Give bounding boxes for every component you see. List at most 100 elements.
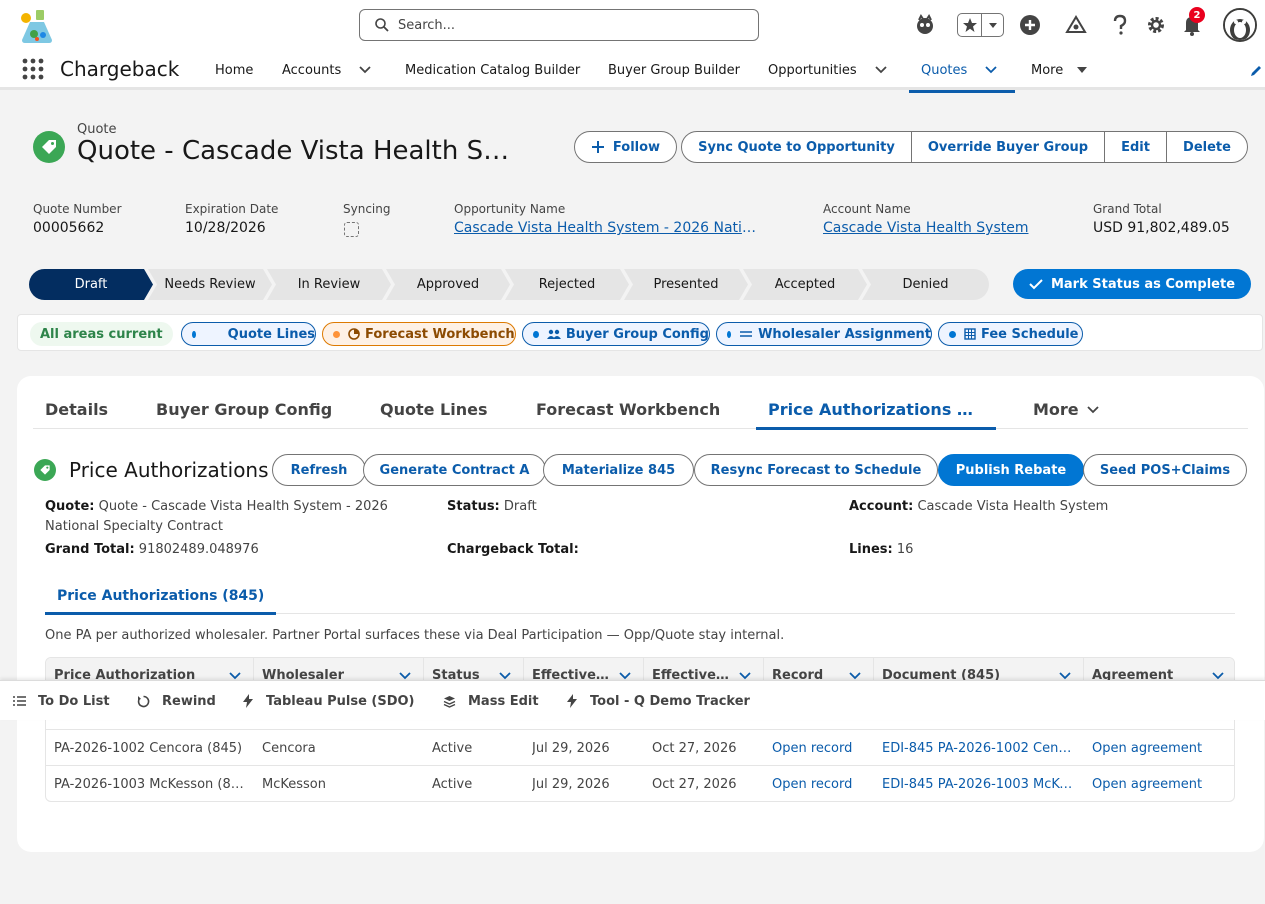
area-pill-forecast-workbench[interactable]: Forecast Workbench [322, 322, 516, 346]
path-stage-accepted[interactable]: Accepted [743, 269, 867, 300]
tab-quote-lines[interactable]: Quote Lines [380, 390, 488, 429]
field-label: Syncing [343, 202, 391, 216]
mark-status-label: Mark Status as Complete [1050, 276, 1236, 292]
trailhead-icon[interactable] [1064, 13, 1088, 37]
app-nav-bar: Chargeback Home Accounts Medication Cata… [0, 50, 1265, 93]
path-stage-draft[interactable]: Draft [29, 269, 153, 300]
avatar[interactable] [1223, 8, 1257, 42]
edit-button[interactable]: Edit [1105, 132, 1167, 162]
chevron-down-icon[interactable] [849, 671, 861, 680]
mark-status-complete-button[interactable]: Mark Status as Complete [1013, 269, 1251, 299]
generate-contract-a-button[interactable]: Generate Contract A [363, 454, 546, 486]
nav-item-home[interactable]: Home [215, 50, 253, 90]
help-icon[interactable] [1108, 13, 1132, 37]
path-stage-needs-review[interactable]: Needs Review [148, 269, 272, 300]
check-icon [1029, 279, 1043, 290]
delete-button[interactable]: Delete [1167, 132, 1247, 162]
publish-rebate-button[interactable]: Publish Rebate [938, 454, 1084, 486]
table-row[interactable]: PA-2026-1003 McKesson (845) McKesson Act… [46, 766, 1234, 801]
area-pill-label: Forecast Workbench [365, 326, 515, 342]
follow-button[interactable]: Follow [574, 131, 677, 163]
utility-to-do-list[interactable]: To Do List [13, 681, 110, 721]
pa-section-title: Price Authorizations [69, 458, 269, 482]
path-stage-approved[interactable]: Approved [386, 269, 510, 300]
plus-icon [591, 141, 604, 153]
path-stage-presented[interactable]: Presented [624, 269, 748, 300]
star-icon[interactable] [958, 14, 982, 36]
price-authorization-icon [34, 459, 56, 481]
area-pill-wholesaler-assignment[interactable]: Wholesaler Assignment [716, 322, 932, 346]
open-record-link[interactable]: Open record [764, 766, 874, 801]
chevron-down-icon[interactable] [1212, 671, 1224, 680]
area-pill-buyer-group-config[interactable]: Buyer Group Config [522, 322, 710, 346]
chevron-down-icon[interactable] [499, 671, 511, 680]
utility-bar: To Do List Rewind Tableau Pulse (SDO) Ma… [0, 680, 1265, 720]
chevron-down-icon[interactable] [229, 671, 241, 680]
seed-pos-claims-button[interactable]: Seed POS+Claims [1083, 454, 1247, 486]
chevron-down-icon[interactable] [399, 671, 411, 680]
add-icon[interactable] [1018, 13, 1042, 37]
area-pill-fee-schedule[interactable]: Fee Schedule [938, 322, 1083, 346]
utility-rewind[interactable]: Rewind [137, 681, 216, 721]
nav-item-more[interactable]: More [1031, 50, 1088, 90]
caret-down-icon[interactable] [1077, 66, 1088, 74]
tab-label: Price Authorizations (845) [768, 400, 980, 419]
global-search[interactable] [359, 9, 759, 41]
chevron-down-icon[interactable] [739, 671, 751, 680]
tab-buyer-group-config[interactable]: Buyer Group Config [156, 390, 332, 429]
field-value: USD 91,802,489.05 [1093, 220, 1230, 236]
tab-details[interactable]: Details [45, 390, 108, 429]
opportunity-link[interactable]: Cascade Vista Health System - 2026 Natio… [454, 220, 759, 236]
favorites-group[interactable] [957, 13, 1004, 37]
cell-status: Active [424, 730, 524, 766]
chevron-down-icon[interactable] [985, 66, 997, 74]
info-value: 16 [896, 542, 914, 557]
nav-item-quotes[interactable]: Quotes [909, 50, 1015, 93]
highlight-syncing: Syncing [343, 202, 390, 237]
utility-mass-edit[interactable]: Mass Edit [443, 681, 539, 721]
tab-forecast-workbench[interactable]: Forecast Workbench [536, 390, 720, 429]
refresh-button[interactable]: Refresh [272, 454, 366, 486]
gear-icon[interactable] [1144, 13, 1168, 37]
open-record-link[interactable]: Open record [764, 730, 874, 766]
path-stage-denied[interactable]: Denied [862, 269, 989, 300]
nav-item-buyer-group-builder[interactable]: Buyer Group Builder [608, 50, 740, 90]
resync-forecast-button[interactable]: Resync Forecast to Schedule [694, 454, 938, 486]
document-845-link[interactable]: EDI-845 PA-2026-1002 Cencora [874, 730, 1074, 766]
tab-price-authorizations[interactable]: Price Authorizations (845) [756, 390, 996, 430]
nav-item-accounts[interactable]: Accounts [282, 50, 371, 90]
subtab-price-authorizations[interactable]: Price Authorizations (845) [45, 578, 277, 615]
tab-more[interactable]: More [1033, 390, 1099, 429]
open-agreement-link[interactable]: Open agreement [1084, 766, 1234, 801]
table-row[interactable]: PA-2026-1002 Cencora (845) Cencora Activ… [46, 730, 1234, 766]
search-input[interactable] [398, 17, 738, 33]
field-label: Account Name [823, 202, 911, 216]
app-launcher-icon[interactable] [22, 58, 44, 80]
path-stage-rejected[interactable]: Rejected [505, 269, 629, 300]
chevron-down-icon[interactable] [875, 66, 887, 74]
caret-down-icon[interactable] [982, 20, 1003, 30]
document-845-link[interactable]: EDI-845 PA-2026-1003 McKesson [874, 766, 1074, 801]
utility-q-demo-tracker[interactable]: Tool - Q Demo Tracker [566, 681, 750, 721]
area-pill-quote-lines[interactable]: Quote Lines [181, 322, 316, 346]
cell-text: Oct 27, 2026 [652, 740, 737, 756]
chevron-down-icon[interactable] [359, 66, 371, 74]
sync-quote-button[interactable]: Sync Quote to Opportunity [682, 132, 912, 162]
info-label: Quote: [45, 499, 95, 514]
chevron-down-icon[interactable] [619, 671, 631, 680]
account-link[interactable]: Cascade Vista Health System [823, 220, 1028, 236]
utility-tableau-pulse[interactable]: Tableau Pulse (SDO) [242, 681, 415, 721]
info-value: 91802489.048976 [138, 542, 259, 557]
cell-text: Open agreement [1092, 740, 1203, 756]
materialize-845-button[interactable]: Materialize 845 [543, 454, 694, 486]
app-logo-icon[interactable] [16, 8, 56, 44]
path-stage-in-review[interactable]: In Review [267, 269, 391, 300]
agent-icon[interactable] [913, 13, 937, 37]
nav-item-medication-catalog-builder[interactable]: Medication Catalog Builder [405, 50, 580, 90]
edit-nav-icon[interactable] [1249, 64, 1263, 78]
nav-item-opportunities[interactable]: Opportunities [768, 50, 887, 90]
open-agreement-link[interactable]: Open agreement [1084, 730, 1234, 766]
override-buyer-group-button[interactable]: Override Buyer Group [912, 132, 1105, 162]
chevron-down-icon[interactable] [1059, 671, 1071, 680]
search-icon [375, 18, 389, 32]
